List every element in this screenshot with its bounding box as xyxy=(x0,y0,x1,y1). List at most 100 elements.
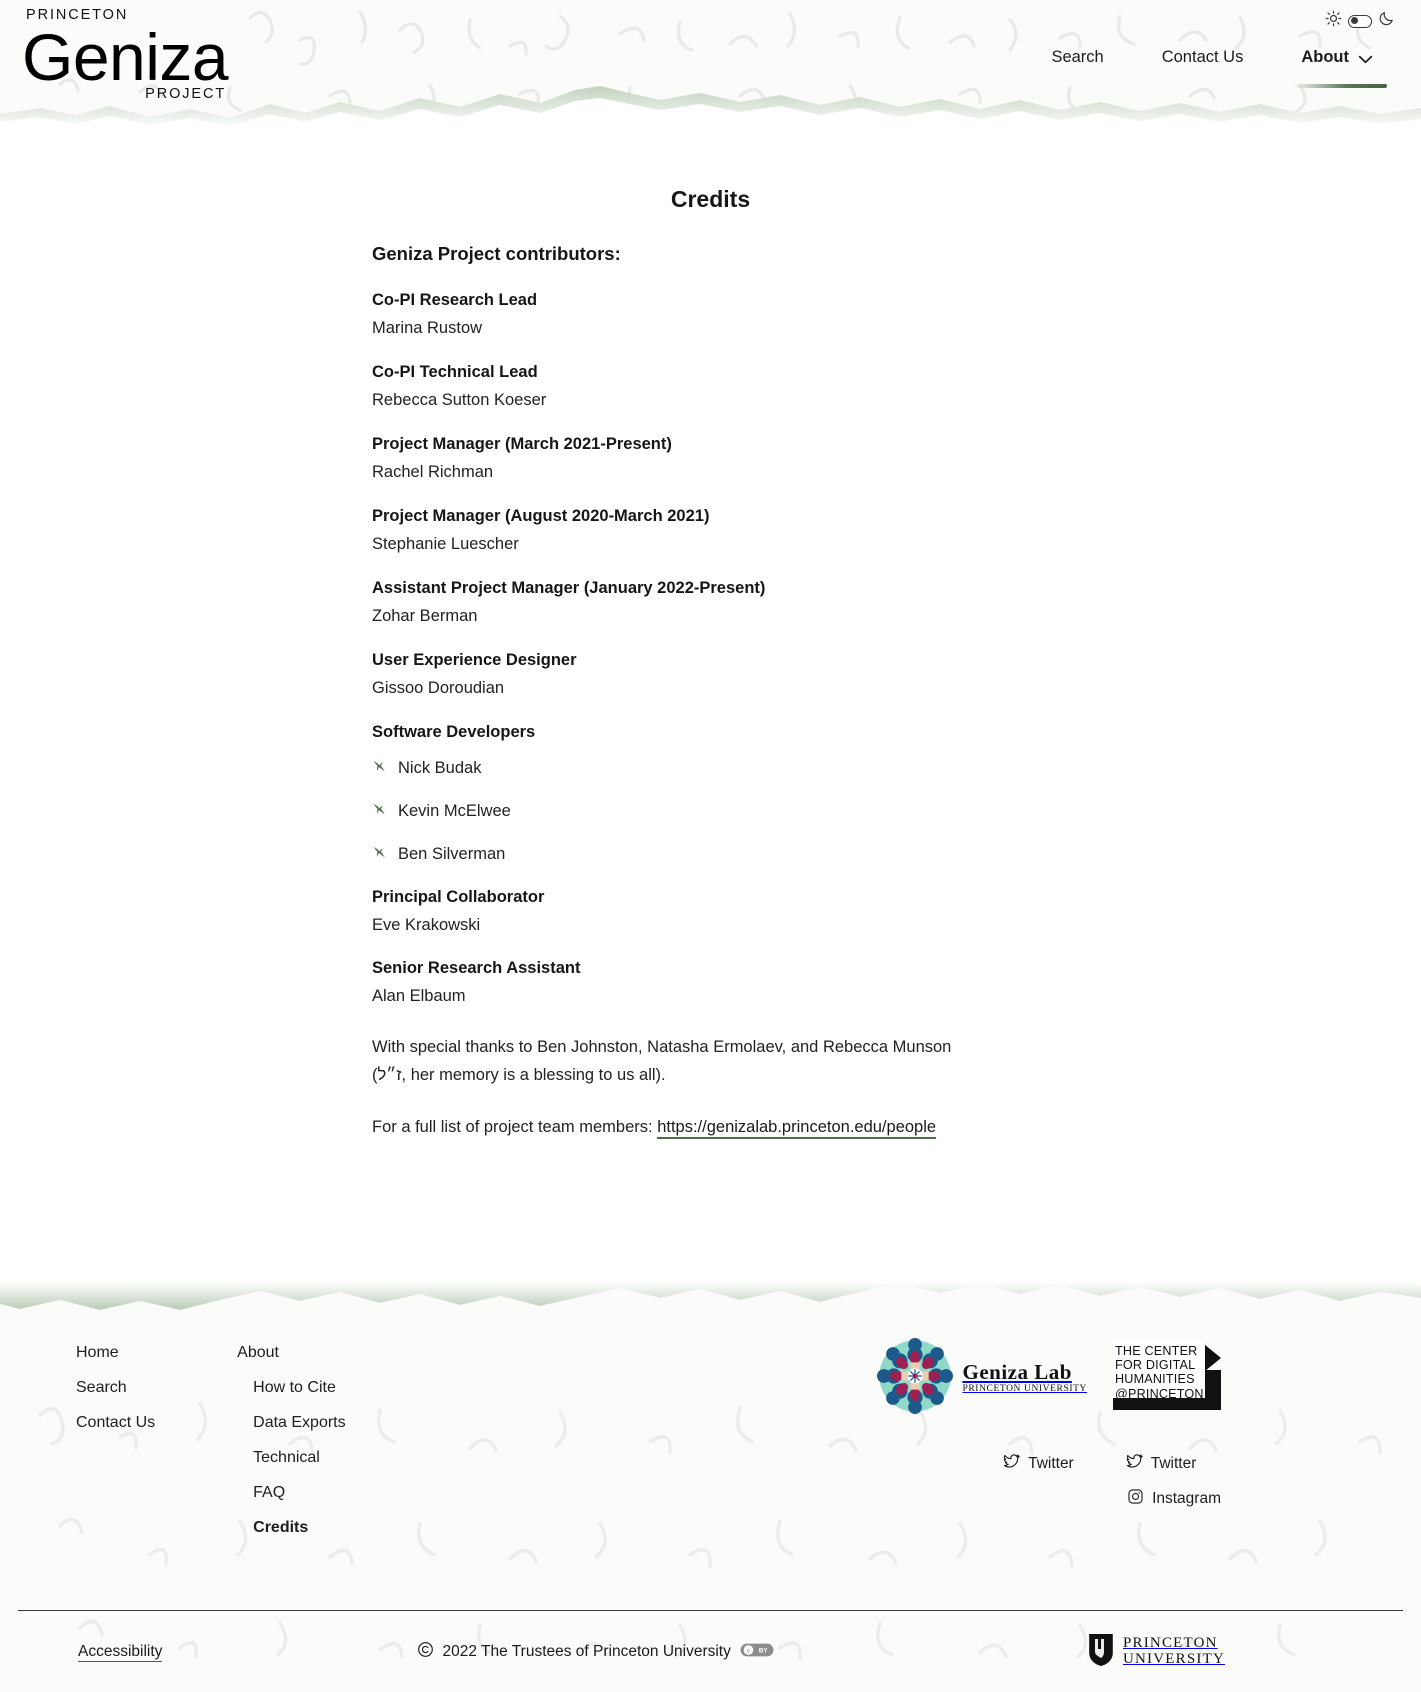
swallow-bird-icon xyxy=(372,758,389,780)
developer-name: Ben Silverman xyxy=(398,845,506,864)
instagram-icon xyxy=(1127,1488,1144,1510)
credit-role: User Experience Designer xyxy=(372,650,577,669)
nav-link-about[interactable]: About xyxy=(1301,48,1349,71)
credit-role: Project Manager (August 2020-March 2021) xyxy=(372,506,710,525)
nav-link-search[interactable]: Search xyxy=(1051,48,1103,71)
social-link-twitter-1[interactable]: Twitter xyxy=(1003,1453,1074,1475)
list-item: Nick Budak xyxy=(372,758,952,780)
cdh-line-2: FOR DIGITAL xyxy=(1115,1358,1196,1373)
geniza-lab-name: Geniza Lab xyxy=(962,1359,1072,1384)
social-label: Twitter xyxy=(1028,1454,1074,1472)
primary-navigation: Search Contact Us About xyxy=(1051,48,1387,88)
footer-link-about[interactable]: About xyxy=(237,1344,279,1361)
footer-right-panel: Geniza Lab PRINCETON UNIVERSITY THE CENT… xyxy=(877,1337,1221,1554)
developer-name: Nick Budak xyxy=(398,759,482,778)
princeton-line-2: UNIVERSITY xyxy=(1122,1651,1225,1668)
footer-link-technical[interactable]: Technical xyxy=(253,1449,320,1466)
credit-name: Rebecca Sutton Koeser xyxy=(372,390,547,409)
footer-link-how-to-cite[interactable]: How to Cite xyxy=(253,1379,336,1396)
list-item: About xyxy=(237,1344,345,1362)
geniza-lab-mandala-logo xyxy=(877,1337,954,1419)
credit-name: Rachel Richman xyxy=(372,462,494,481)
swallow-bird-icon xyxy=(372,801,389,823)
special-thanks-paragraph: With special thanks to Ben Johnston, Nat… xyxy=(372,1038,952,1085)
nav-link-contact-us[interactable]: Contact Us xyxy=(1162,48,1244,71)
sun-icon[interactable] xyxy=(1325,10,1342,32)
site-logo[interactable]: PRINCETON Geniza PROJECT xyxy=(22,8,229,102)
credit-name: Alan Elbaum xyxy=(372,987,466,1006)
credit-role: Project Manager (March 2021-Present) xyxy=(372,434,672,453)
list-item: Data Exports xyxy=(237,1414,345,1432)
theme-toggle-switch[interactable] xyxy=(1348,14,1372,28)
credit-role: Co-PI Technical Lead xyxy=(372,362,538,381)
credit-role: Principal Collaborator xyxy=(372,887,545,906)
credit-name: Eve Krakowski xyxy=(372,915,481,934)
twitter-icon xyxy=(1003,1453,1020,1475)
developer-name: Kevin McElwee xyxy=(398,802,511,821)
credit-group: User Experience Designer Gissoo Doroudia… xyxy=(372,651,952,701)
full-list-paragraph: For a full list of project team members:… xyxy=(372,1113,952,1141)
cdh-line-1: THE CENTER xyxy=(1115,1344,1198,1359)
accessibility-link[interactable]: Accessibility xyxy=(78,1643,163,1662)
cc-by-icon[interactable]: c BY xyxy=(740,1643,774,1662)
cdh-line-3: HUMANITIES xyxy=(1115,1372,1195,1387)
site-header: PRINCETON Geniza PROJECT Search Contact … xyxy=(0,0,1421,130)
swallow-bird-icon xyxy=(372,844,389,866)
credit-group: Project Manager (August 2020-March 2021)… xyxy=(372,507,952,557)
credit-group: Co-PI Technical Lead Rebecca Sutton Koes… xyxy=(372,363,952,413)
credit-group: Assistant Project Manager (January 2022-… xyxy=(372,579,952,629)
list-item: How to Cite xyxy=(237,1379,345,1397)
chevron-down-icon[interactable] xyxy=(1358,51,1373,69)
princeton-university-logo-link[interactable]: PRINCETON UNIVERSITY xyxy=(1088,1633,1225,1672)
list-item: FAQ xyxy=(237,1484,345,1502)
copyright-block: 2022 The Trustees of Princeton Universit… xyxy=(417,1641,774,1663)
list-item: Contact Us xyxy=(76,1414,155,1432)
social-links: Twitter Twitter Instagram xyxy=(1003,1453,1221,1523)
nav-item-about-wrap[interactable]: About xyxy=(1293,48,1387,88)
contributors-heading: Geniza Project contributors: xyxy=(372,243,621,264)
moon-icon[interactable] xyxy=(1378,10,1395,32)
footer-nav-column-2: About How to Cite Data Exports Technical… xyxy=(237,1344,345,1554)
credits-content: Geniza Project contributors: Co-PI Resea… xyxy=(372,243,952,1142)
credit-name: Gissoo Doroudian xyxy=(372,678,505,697)
social-link-instagram[interactable]: Instagram xyxy=(1127,1488,1221,1510)
cdh-logo-link[interactable]: THE CENTER FOR DIGITAL HUMANITIES @PRINC… xyxy=(1113,1340,1221,1416)
logo-geniza-text: Geniza xyxy=(22,19,229,94)
footer-link-contact-us[interactable]: Contact Us xyxy=(76,1414,155,1431)
footer-link-home[interactable]: Home xyxy=(76,1344,119,1361)
team-members-link[interactable]: https://genizalab.princeton.edu/people xyxy=(657,1118,937,1140)
footer-bottom-bar: Accessibility 2022 The Trustees of Princ… xyxy=(18,1609,1403,1692)
developers-heading: Software Developers xyxy=(372,722,536,741)
main-content: Credits Geniza Project contributors: Co-… xyxy=(0,186,1421,1202)
list-item: Ben Silverman xyxy=(372,844,952,866)
princeton-line-1: PRINCETON xyxy=(1122,1635,1218,1652)
list-item: Search xyxy=(76,1379,155,1397)
developers-list: Nick Budak Kevin McElwee Ben Silverman xyxy=(372,758,952,866)
social-label: Instagram xyxy=(1152,1489,1221,1507)
list-item: Technical xyxy=(237,1449,345,1467)
geniza-lab-logo-link[interactable]: Geniza Lab PRINCETON UNIVERSITY xyxy=(877,1337,1087,1419)
geniza-lab-subtitle: PRINCETON UNIVERSITY xyxy=(962,1383,1087,1394)
theme-toggle-group[interactable] xyxy=(1325,10,1395,32)
cdh-line-4: @PRINCETON xyxy=(1115,1386,1204,1401)
social-link-twitter-2[interactable]: Twitter xyxy=(1126,1453,1197,1475)
copyright-icon xyxy=(417,1641,434,1663)
copyright-text: 2022 The Trustees of Princeton Universit… xyxy=(442,1643,731,1661)
full-list-prefix: For a full list of project team members: xyxy=(372,1118,658,1137)
footer-link-search[interactable]: Search xyxy=(76,1379,127,1396)
social-label: Twitter xyxy=(1150,1454,1197,1472)
svg-text:c: c xyxy=(747,1648,750,1654)
footer-link-credits[interactable]: Credits xyxy=(253,1519,308,1536)
credit-name: Marina Rustow xyxy=(372,319,483,337)
credit-name: Stephanie Luescher xyxy=(372,534,519,553)
credit-role: Senior Research Assistant xyxy=(372,959,581,978)
credit-role: Assistant Project Manager (January 2022-… xyxy=(372,578,766,597)
footer-navigation: Home Search Contact Us About How to Cite… xyxy=(76,1344,346,1554)
credit-group: Principal Collaborator Eve Krakowski xyxy=(372,888,952,938)
list-item: Credits xyxy=(237,1519,345,1537)
princeton-shield-icon xyxy=(1088,1633,1114,1672)
footer-link-data-exports[interactable]: Data Exports xyxy=(253,1414,345,1431)
page-title: Credits xyxy=(670,186,751,212)
footer-link-faq[interactable]: FAQ xyxy=(253,1484,285,1501)
partner-logos: Geniza Lab PRINCETON UNIVERSITY THE CENT… xyxy=(877,1337,1221,1419)
